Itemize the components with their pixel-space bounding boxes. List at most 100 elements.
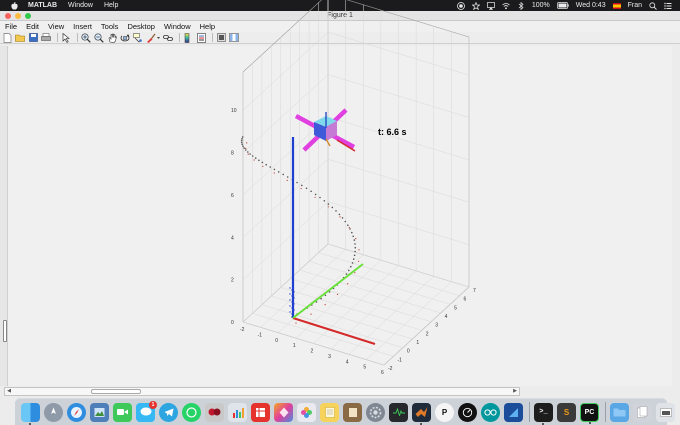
trajectory-point	[354, 250, 356, 253]
trajectory-marker	[339, 216, 341, 218]
trajectory-point	[335, 210, 337, 212]
trajectory-marker	[314, 196, 316, 198]
trajectory-point	[258, 159, 260, 162]
floor-grid-line	[261, 304, 403, 348]
trajectory-marker	[354, 272, 356, 274]
y-tick-label: 1	[416, 340, 419, 346]
floor-grid-line	[309, 261, 451, 305]
floor-grid-line	[280, 287, 422, 331]
z-tick-label: 6	[231, 193, 234, 199]
whatsapp-icon[interactable]	[182, 402, 201, 422]
pages-icon[interactable]	[274, 402, 293, 422]
documents-icon[interactable]	[633, 402, 652, 422]
downloads-icon[interactable]	[656, 402, 675, 422]
xcode-icon[interactable]	[504, 402, 523, 422]
trajectory-marker	[336, 293, 339, 295]
trajectory-point	[305, 187, 308, 190]
system-preferences-icon[interactable]	[366, 402, 385, 422]
finder-icon[interactable]	[21, 402, 40, 425]
trajectory-point	[241, 143, 243, 146]
left-wall-grid-line	[242, 243, 329, 323]
trajectory-point	[282, 173, 285, 176]
floor-grid-line	[313, 265, 399, 344]
y-axis-line	[292, 263, 364, 319]
trajectory-marker	[327, 206, 329, 208]
trajectory-point	[314, 193, 317, 196]
vertical-climb-point	[289, 299, 291, 301]
floor-grid-line	[348, 276, 434, 355]
trajectory-point	[344, 220, 347, 223]
documents-stack-icon[interactable]	[343, 402, 362, 422]
x-tick-label: 4	[346, 359, 349, 365]
floor-grid-line	[318, 252, 460, 296]
photos-icon[interactable]	[297, 402, 316, 422]
trajectory-point	[310, 190, 312, 193]
scrollbar-thumb[interactable]	[91, 389, 141, 394]
trajectory-point	[320, 297, 322, 300]
y-tick-label: -2	[388, 366, 393, 372]
numbers-icon[interactable]	[251, 402, 270, 422]
trajectory-point	[240, 139, 243, 142]
preview-icon[interactable]	[90, 402, 109, 422]
folder-icon[interactable]	[610, 402, 629, 422]
photo-booth-icon[interactable]	[205, 402, 224, 422]
z-tick-label: 0	[231, 320, 234, 326]
launchpad-icon[interactable]	[44, 402, 63, 422]
quadcopter-model	[294, 108, 356, 152]
notes-icon[interactable]	[320, 402, 339, 422]
trajectory-marker	[310, 313, 312, 315]
trajectory-marker	[286, 179, 288, 181]
x-tick-label: -2	[240, 327, 245, 333]
x-tick-label: -1	[258, 332, 263, 338]
z-tick-label: 4	[231, 235, 234, 241]
x-tick-label: 2	[311, 349, 314, 355]
y-tick-label: 4	[445, 314, 448, 320]
trajectory-point	[352, 235, 355, 238]
trajectory-point	[345, 273, 348, 275]
dock-separator	[529, 402, 530, 422]
font-book-icon[interactable]: P	[435, 402, 454, 422]
matlab-icon[interactable]	[412, 402, 431, 425]
z-tick-label: 2	[231, 278, 234, 284]
trajectory-marker	[358, 249, 360, 251]
horizontal-scrollbar[interactable]: ◀ ▶	[4, 387, 520, 396]
trajectory-point	[247, 151, 249, 153]
terminal-icon[interactable]: >_	[534, 402, 553, 425]
trajectory-point	[347, 224, 349, 226]
messages-icon[interactable]: 1	[136, 400, 157, 422]
scroll-left-arrow-icon[interactable]: ◀	[5, 388, 13, 395]
vertical-climb-point	[289, 305, 291, 307]
trajectory-point	[265, 163, 268, 166]
trajectory-point	[351, 262, 354, 264]
floor-grid-line	[330, 270, 417, 350]
keynote-icon[interactable]	[228, 402, 247, 422]
trajectory-marker	[355, 238, 357, 240]
trajectory-point	[331, 206, 334, 209]
plot-3d-axes[interactable]: -2-10123456-2-1012345670246810 t: 6.6 s	[0, 0, 680, 425]
trajectory-point	[245, 149, 247, 151]
trajectory-point	[249, 153, 251, 155]
trajectory-marker	[358, 260, 360, 262]
sublime-text-icon[interactable]: S	[557, 402, 576, 422]
trajectory-point	[327, 203, 330, 205]
pycharm-icon[interactable]: PC	[580, 402, 599, 424]
trajectory-point	[354, 243, 356, 245]
safari-icon[interactable]	[67, 402, 86, 422]
left-wall-grid-line	[242, 201, 329, 280]
arduino-icon[interactable]	[481, 402, 500, 422]
trajectory-trail	[240, 136, 360, 324]
x-tick-label: 5	[363, 365, 366, 371]
trajectory-marker	[262, 165, 264, 167]
telegram-icon[interactable]	[159, 402, 178, 422]
tuner-app-icon[interactable]	[458, 402, 477, 422]
x-tick-label: 1	[293, 343, 296, 349]
y-tick-label: 3	[435, 323, 438, 329]
trajectory-point	[242, 145, 244, 147]
trajectory-point	[277, 171, 280, 173]
facetime-icon[interactable]	[113, 402, 132, 422]
x-tick-label: 6	[381, 370, 384, 376]
trajectory-point	[338, 213, 341, 216]
activity-monitor-icon[interactable]	[389, 402, 408, 422]
scroll-right-arrow-icon[interactable]: ▶	[511, 388, 519, 395]
trajectory-point	[296, 181, 298, 184]
